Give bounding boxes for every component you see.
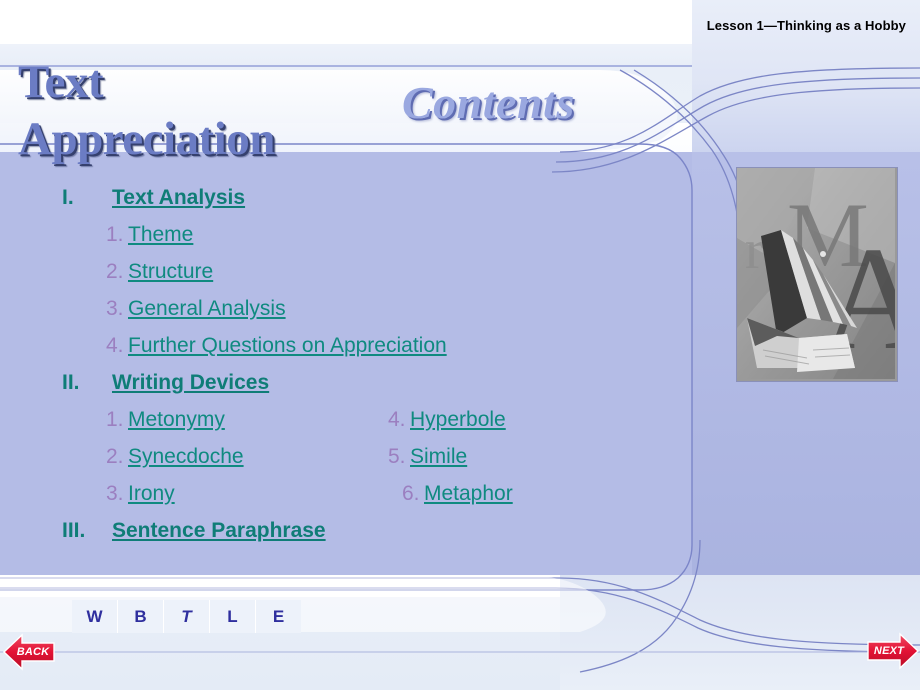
toc-item-number: 4.	[106, 334, 124, 357]
toc-item-number: 2.	[106, 260, 124, 283]
next-button[interactable]: NEXT	[866, 628, 920, 674]
page-title: Text Appreciation	[18, 54, 438, 169]
toolbar-button-b[interactable]: B	[118, 600, 164, 633]
toc-item-number: 6.	[402, 482, 420, 505]
next-arrow-icon[interactable]	[866, 628, 920, 674]
toolbar-button-e[interactable]: E	[256, 600, 301, 633]
decorative-book-image: r M A	[736, 167, 898, 382]
toc-item[interactable]: 3. Irony 6. Metaphor	[62, 482, 682, 519]
toc-link-theme[interactable]: Theme	[128, 223, 193, 247]
toc-item-number: 1.	[106, 408, 124, 431]
toc-section-heading[interactable]: III. Sentence Paraphrase	[62, 519, 682, 556]
toc-link-metonymy[interactable]: Metonymy	[128, 408, 225, 432]
toc-link-general-analysis[interactable]: General Analysis	[128, 297, 286, 321]
toc-item[interactable]: 2. Synecdoche 5. Simile	[62, 445, 682, 482]
toc-section-heading[interactable]: II. Writing Devices	[62, 371, 682, 408]
toc-item-number: 5.	[388, 445, 406, 468]
toc-item[interactable]: 1. Metonymy 4. Hyperbole	[62, 408, 682, 445]
toc-item-number: 2.	[106, 445, 124, 468]
toc-link-irony[interactable]: Irony	[128, 482, 175, 506]
toc-roman-numeral: III.	[62, 519, 86, 542]
toc-item-number: 3.	[106, 297, 124, 320]
toc-item-number: 3.	[106, 482, 124, 505]
toolbar-button-t[interactable]: T	[164, 600, 210, 633]
svg-text:r: r	[745, 219, 764, 281]
slide-canvas: Lesson 1—Thinking as a Hobby Text Apprec…	[0, 0, 920, 690]
nav-letter-toolbar[interactable]: W B T L E	[72, 600, 301, 633]
page-title-line-1: Text	[18, 56, 104, 108]
toc-link-hyperbole[interactable]: Hyperbole	[410, 408, 506, 432]
toc-link-synecdoche[interactable]: Synecdoche	[128, 445, 244, 469]
toc-item[interactable]: 2. Structure	[62, 260, 682, 297]
toc-item[interactable]: 4. Further Questions on Appreciation	[62, 334, 682, 371]
toc-item[interactable]: 1. Theme	[62, 223, 682, 260]
table-of-contents: I. Text Analysis 1. Theme 2. Structure 3…	[62, 186, 682, 556]
toc-link-writing-devices[interactable]: Writing Devices	[112, 371, 269, 395]
back-arrow-icon[interactable]	[2, 629, 56, 675]
toc-link-simile[interactable]: Simile	[410, 445, 467, 469]
toc-roman-numeral: I.	[62, 186, 74, 209]
toolbar-button-w[interactable]: W	[72, 600, 118, 633]
toc-link-sentence-paraphrase[interactable]: Sentence Paraphrase	[112, 519, 326, 543]
book-illustration: r M A	[737, 168, 895, 379]
toc-roman-numeral: II.	[62, 371, 80, 394]
toc-section-heading[interactable]: I. Text Analysis	[62, 186, 682, 223]
page-title-line-2: Appreciation	[18, 113, 275, 166]
toc-item-number: 1.	[106, 223, 124, 246]
toc-link-further-questions[interactable]: Further Questions on Appreciation	[128, 334, 447, 358]
toc-link-structure[interactable]: Structure	[128, 260, 213, 284]
contents-title: Contents	[402, 77, 575, 128]
toc-item-number: 4.	[388, 408, 406, 431]
toolbar-button-l[interactable]: L	[210, 600, 256, 633]
toc-link-text-analysis[interactable]: Text Analysis	[112, 186, 245, 210]
toc-item[interactable]: 3. General Analysis	[62, 297, 682, 334]
lesson-header: Lesson 1—Thinking as a Hobby	[706, 18, 906, 33]
toc-link-metaphor[interactable]: Metaphor	[424, 482, 513, 506]
back-button[interactable]: BACK	[2, 629, 56, 675]
